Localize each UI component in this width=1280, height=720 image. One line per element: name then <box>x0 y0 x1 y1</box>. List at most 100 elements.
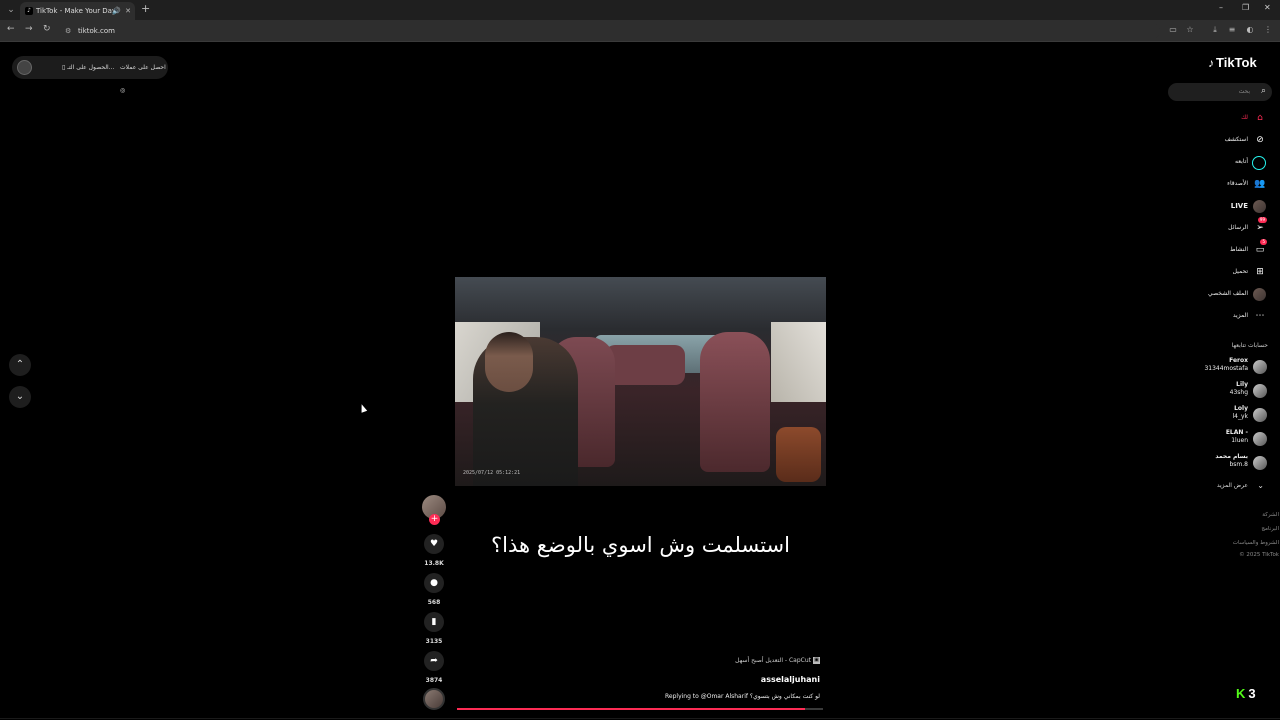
following-account[interactable]: Lily 43shg <box>1170 381 1270 401</box>
url-text: tiktok.com <box>78 27 115 35</box>
live-icon <box>1253 200 1266 213</box>
tab-title: TikTok - Make Your Day <box>36 7 117 15</box>
get-coins-link[interactable]: احصل على عملات ◎ <box>120 56 168 102</box>
tiktok-favicon-icon: ♪ <box>25 7 33 15</box>
cast-icon[interactable]: ▭ <box>1168 25 1178 35</box>
footer-link-program[interactable]: البرنامج <box>1180 526 1279 532</box>
friends-icon: 👥 <box>1254 179 1266 189</box>
footer-link-terms[interactable]: الشروط والسياسات <box>1180 540 1279 546</box>
sidebar-item-friends[interactable]: الأصدقاء 👥 <box>1170 175 1270 193</box>
sidebar-item-more[interactable]: المزيد ⋯ <box>1170 307 1270 325</box>
next-video-button[interactable]: ⌄ <box>9 386 31 408</box>
sidebar-item-profile[interactable]: الملف الشخصي <box>1170 285 1270 303</box>
compass-icon: ⊘ <box>1256 135 1264 145</box>
music-disc-icon[interactable] <box>423 688 445 710</box>
tab-close-icon[interactable]: ✕ <box>125 2 131 20</box>
mouse-cursor <box>358 403 368 413</box>
audio-playing-icon[interactable]: 🔊 <box>112 2 121 20</box>
see-more-button[interactable]: عرض المزيد ⌄ <box>1170 479 1270 493</box>
bookmark-star-icon[interactable]: ☆ <box>1185 25 1195 35</box>
sidebar-item-explore[interactable]: استكشف ⊘ <box>1170 131 1270 149</box>
account-avatar <box>1253 408 1267 422</box>
following-account[interactable]: Loly l4_yk <box>1170 405 1270 425</box>
forward-icon[interactable]: → <box>25 24 33 34</box>
new-tab-icon[interactable]: + <box>141 2 150 15</box>
browser-tab[interactable]: ♪ TikTok - Make Your Day 🔊 ✕ <box>20 2 135 20</box>
window-close-icon[interactable]: ✕ <box>1264 3 1271 12</box>
sidebar-item-following[interactable]: أتابعه <box>1170 153 1270 171</box>
address-bar[interactable]: ⚙ tiktok.com <box>60 23 1160 39</box>
account-avatar <box>1253 456 1267 470</box>
like-heart-icon[interactable]: ♥ <box>424 534 444 554</box>
messages-icon: ➢ <box>1256 223 1264 233</box>
chevron-down-icon: ⌄ <box>1257 481 1264 490</box>
comment-icon[interactable]: ● <box>424 573 444 593</box>
profile-avatar-icon <box>1253 288 1266 301</box>
account-avatar <box>1253 384 1267 398</box>
video-scene-seat-right <box>700 332 770 472</box>
capcut-anchor[interactable]: ▣CapCut - التعديل أصبح أسهل <box>700 657 820 664</box>
sidebar-item-for-you[interactable]: لك ⌂ <box>1170 109 1270 127</box>
kick-overlay: K3 <box>1236 686 1256 701</box>
bookmark-icon[interactable]: ▮ <box>424 612 444 632</box>
share-count: 3874 <box>425 677 443 684</box>
comment-count: 568 <box>427 599 441 606</box>
bottom-divider <box>0 718 1280 719</box>
video-player[interactable]: 2025/07/12 05:12:21 <box>455 277 826 486</box>
dashcam-timestamp: 2025/07/12 05:12:21 <box>463 470 521 476</box>
share-arrow-icon[interactable]: ➦ <box>424 651 444 671</box>
tiktok-page: ▯ الحصول على التـ... احصل على عملات ◎ ⌃ … <box>0 43 1280 720</box>
back-icon[interactable]: ← <box>7 24 15 34</box>
search-placeholder: بحث <box>1238 88 1250 95</box>
account-avatar <box>1253 360 1267 374</box>
kick-count: 3 <box>1248 686 1256 701</box>
restore-icon[interactable]: ❐ <box>1242 3 1249 12</box>
post-username[interactable]: asselaljuhani <box>700 675 820 684</box>
browser-tab-bar: ⌄ ♪ TikTok - Make Your Day 🔊 ✕ + – ❐ ✕ <box>0 0 1280 20</box>
search-icon[interactable]: ⌕ <box>1261 86 1266 96</box>
tiktok-logo[interactable]: ♪ TikTok <box>1208 55 1257 70</box>
browser-menu-icon[interactable]: ⋮ <box>1263 25 1273 35</box>
reload-icon[interactable]: ↻ <box>43 24 51 34</box>
kick-logo-icon: K <box>1236 686 1246 701</box>
like-count: 13.8K <box>424 560 444 567</box>
post-description: Replying to @Omar Alsharif لو كنت بمكاني… <box>665 693 820 700</box>
activity-badge: 5 <box>1260 239 1267 245</box>
tab-search-icon[interactable]: ⌄ <box>4 3 18 17</box>
sidebar-item-live[interactable]: LIVE <box>1170 197 1270 215</box>
video-progress-fill <box>457 708 805 710</box>
footer-copyright: © 2025 TikTok <box>1239 552 1279 558</box>
video-scene-rear-seat <box>605 345 685 385</box>
video-caption-overlay: استسلمت وش اسوي بالوضع هذا؟ <box>491 533 790 557</box>
download-icon[interactable]: ⤓ <box>1210 25 1220 35</box>
following-account[interactable]: Ferox 31344mostafa <box>1170 357 1270 377</box>
messages-badge: 99 <box>1257 217 1267 223</box>
following-ring-icon <box>1252 156 1266 170</box>
extensions-icon[interactable]: ≡ <box>1227 25 1237 35</box>
previous-video-button[interactable]: ⌃ <box>9 354 31 376</box>
video-scene-window-right <box>771 322 826 402</box>
site-info-icon[interactable]: ⚙ <box>65 23 71 39</box>
following-account[interactable]: ELAN -1luen <box>1170 429 1270 449</box>
promo-avatar[interactable] <box>17 60 32 75</box>
follow-plus-icon[interactable]: + <box>429 514 440 525</box>
upload-icon: ⊞ <box>1256 267 1264 277</box>
promo-bar: ▯ الحصول على التـ... احصل على عملات ◎ <box>12 56 168 94</box>
browser-toolbar: ← → ↻ ⚙ tiktok.com ▭ ☆ ⤓ ≡ ◐ ⋮ <box>0 20 1280 42</box>
video-progress-bar[interactable] <box>457 708 823 710</box>
capcut-icon: ▣ <box>813 657 820 664</box>
footer-link-company[interactable]: الشركة <box>1180 512 1279 518</box>
profile-icon[interactable]: ◐ <box>1245 25 1255 35</box>
search-input[interactable]: بحث ⌕ <box>1168 83 1272 101</box>
minimize-icon[interactable]: – <box>1219 3 1223 12</box>
video-scene-head <box>485 332 533 392</box>
video-scene-seat-detail <box>776 427 821 482</box>
sidebar-item-activity[interactable]: النشاط ▭ 5 <box>1170 239 1270 259</box>
following-account[interactable]: بسام محمد bsm.8 <box>1170 453 1270 473</box>
home-icon: ⌂ <box>1257 113 1263 123</box>
following-accounts-title: حسابات تتابعها <box>1231 342 1268 349</box>
tiktok-note-icon: ♪ <box>1208 56 1214 70</box>
get-app-link[interactable]: ▯ الحصول على التـ... <box>62 56 114 79</box>
sidebar-item-upload[interactable]: تحميل ⊞ <box>1170 263 1270 281</box>
sidebar-item-messages[interactable]: الرسائل ➢ 99 <box>1170 217 1270 237</box>
